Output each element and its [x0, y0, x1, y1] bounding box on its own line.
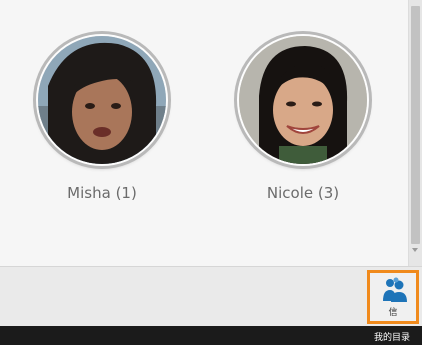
avatar-photo-nicole [239, 36, 367, 164]
person-name: Nicole (3) [266, 184, 340, 202]
avatar-misha[interactable] [36, 34, 168, 166]
person-tile-nicole[interactable]: Nicole (3) [233, 34, 373, 202]
avatar-nicole[interactable] [237, 34, 369, 166]
scroll-down-arrow-icon[interactable] [412, 248, 418, 252]
taskbar-label[interactable]: 我的目录 [374, 330, 410, 343]
person-tile-misha[interactable]: Misha (1) [32, 34, 172, 202]
people-button-label: 信 [388, 308, 398, 318]
scrollbar-thumb[interactable] [411, 6, 420, 244]
people-icon [380, 277, 410, 303]
person-name: Misha (1) [67, 184, 137, 202]
vertical-scrollbar[interactable] [408, 0, 422, 266]
people-grid: Misha (1) Nicole (3) [0, 0, 408, 266]
people-button[interactable]: 信 [367, 270, 419, 324]
taskbar: 我的目录 [0, 326, 422, 345]
bottom-toolbar [0, 266, 422, 326]
avatar-photo-misha [38, 36, 166, 164]
